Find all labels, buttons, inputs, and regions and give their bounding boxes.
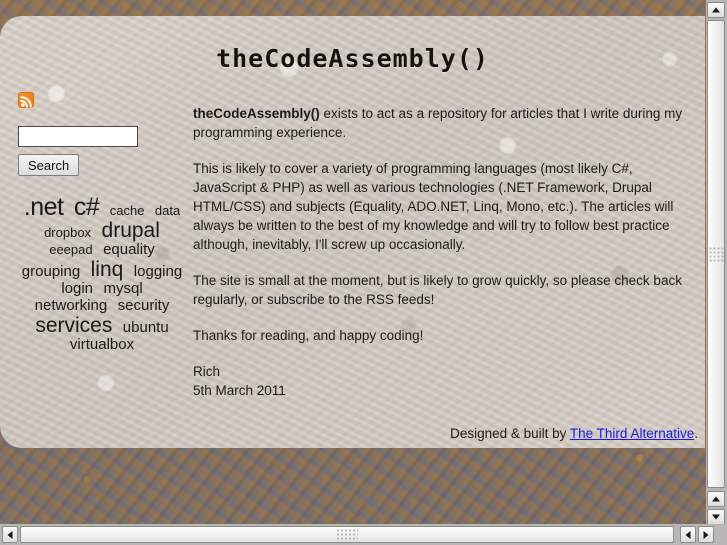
article-body: theCodeAssembly() exists to act as a rep… <box>193 104 698 400</box>
tag-cloud-item[interactable]: mysql <box>103 281 142 297</box>
chevron-up-icon <box>712 7 720 13</box>
signature-date: 5th March 2011 <box>193 383 286 398</box>
tag-cloud-item[interactable]: .net <box>24 194 64 221</box>
paragraph-intro: theCodeAssembly() exists to act as a rep… <box>193 104 698 142</box>
tag-cloud-item[interactable]: security <box>118 298 170 314</box>
vertical-scrollbar-thumb[interactable] <box>707 20 725 488</box>
tag-cloud-item[interactable]: eeepad <box>49 243 92 257</box>
footer-prefix: Designed & built by <box>450 426 570 441</box>
horizontal-scrollbar-thumb[interactable] <box>20 526 674 543</box>
tag-cloud-item[interactable]: linq <box>91 259 124 281</box>
vertical-scrollbar[interactable] <box>706 0 727 528</box>
horizontal-scrollbar[interactable] <box>0 524 727 545</box>
search-button[interactable]: Search <box>18 154 80 176</box>
tag-cloud-item[interactable]: virtualbox <box>70 337 134 353</box>
signature-name: Rich <box>193 364 221 379</box>
chevron-up-icon <box>712 496 720 502</box>
paragraph-technologies: This is likely to cover a variety of pro… <box>193 161 674 252</box>
paragraph-thanks: Thanks for reading, and happy coding! <box>193 328 424 343</box>
scroll-up-button[interactable] <box>707 2 725 18</box>
page-content-panel: theCodeAssembly() Search .net c# cache d… <box>0 16 705 448</box>
tag-cloud-item[interactable]: dropbox <box>44 226 91 240</box>
tag-cloud-item[interactable]: cache <box>110 204 145 218</box>
scroll-down-button[interactable] <box>707 509 725 525</box>
scroll-right-button[interactable] <box>698 526 714 543</box>
tag-cloud-item[interactable]: data <box>155 204 180 218</box>
chevron-right-icon <box>703 530 709 539</box>
tag-cloud-item[interactable]: services <box>35 314 112 337</box>
scrollbar-grip-icon <box>708 246 724 262</box>
tag-cloud-item[interactable]: networking <box>35 298 108 314</box>
rss-waves-icon <box>20 96 32 108</box>
sidebar: Search .net c# cache data dropbox drupal… <box>18 92 182 354</box>
browser-viewport: theCodeAssembly() Search .net c# cache d… <box>0 0 727 545</box>
chevron-left-icon <box>685 530 691 539</box>
paragraph-site-growth: The site is small at the moment, but is … <box>193 273 682 307</box>
footer-credit-link[interactable]: The Third Alternative <box>570 426 694 441</box>
tag-cloud-item[interactable]: c# <box>74 194 100 221</box>
footer-suffix: . <box>694 426 698 441</box>
search-input[interactable] <box>18 126 138 147</box>
tag-cloud-item[interactable]: grouping <box>22 264 80 280</box>
tag-cloud-item[interactable]: ubuntu <box>123 319 169 336</box>
intro-bold-lead: theCodeAssembly() <box>193 106 320 121</box>
scroll-up-button-secondary[interactable] <box>707 491 725 507</box>
tag-cloud: .net c# cache data dropbox drupal eeepad… <box>18 194 186 354</box>
scroll-left-button[interactable] <box>2 526 18 543</box>
page-title: theCodeAssembly() <box>216 44 489 73</box>
tag-cloud-item[interactable]: logging <box>134 264 182 280</box>
chevron-left-icon <box>7 530 13 539</box>
tag-cloud-item[interactable]: equality <box>103 242 155 258</box>
rss-icon[interactable] <box>18 92 34 108</box>
scrollbar-grip-icon <box>336 528 358 541</box>
tag-cloud-item[interactable]: drupal <box>102 220 160 242</box>
tag-cloud-item[interactable]: login <box>61 281 93 297</box>
scroll-left-button-secondary[interactable] <box>680 526 696 543</box>
chevron-down-icon <box>712 514 720 520</box>
footer-credit: Designed & built by The Third Alternativ… <box>193 426 698 441</box>
